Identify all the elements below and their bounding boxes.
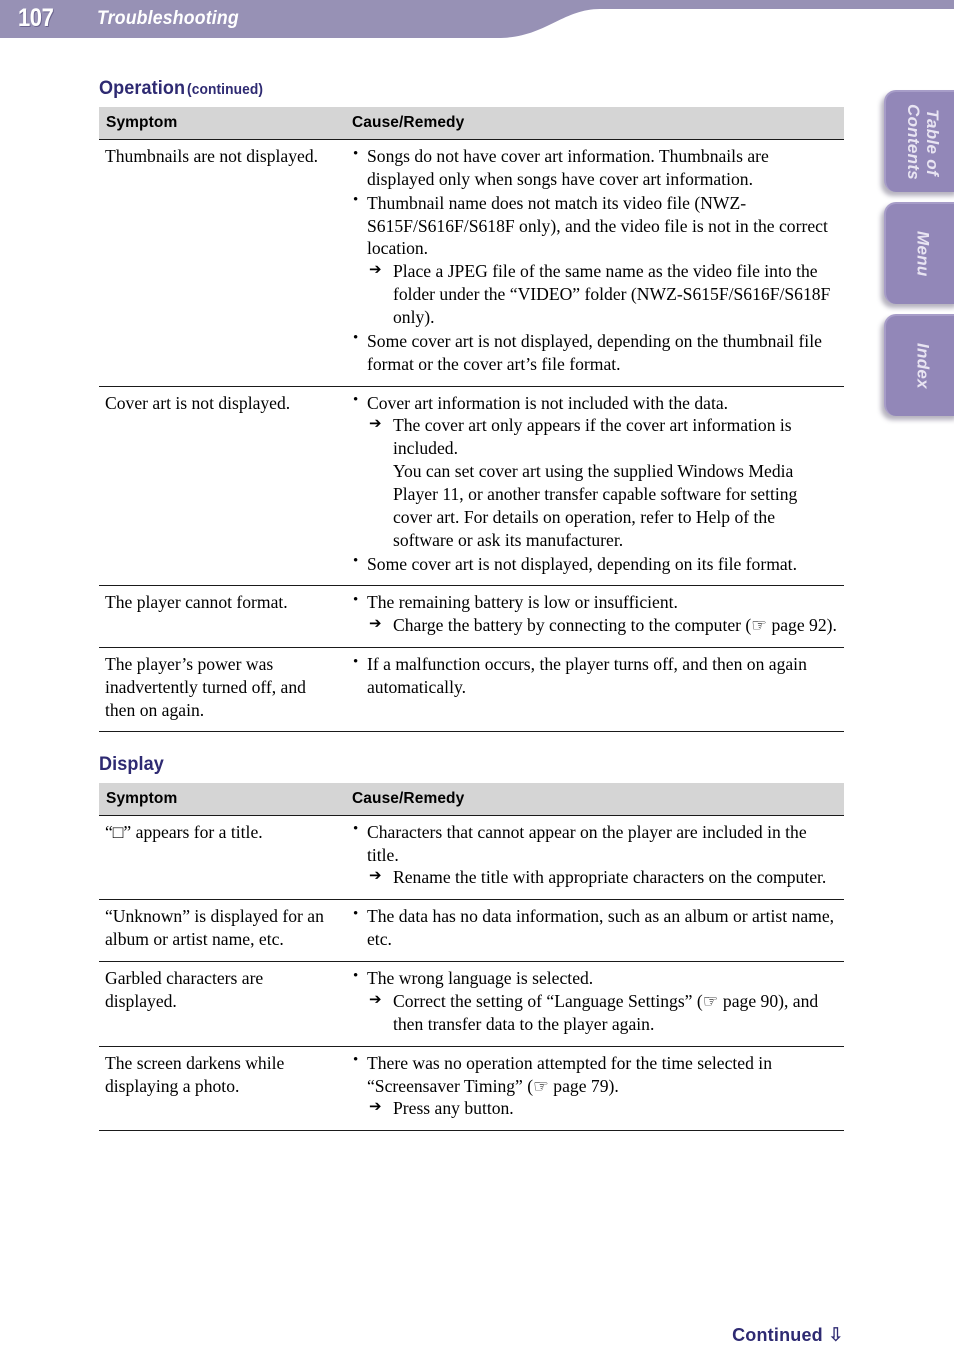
symptom-cell: Garbled characters are displayed.	[99, 961, 345, 1047]
bullet-text: Cover art information is not included wi…	[367, 392, 729, 413]
column-header-symptom: Symptom	[99, 782, 345, 816]
bullet-arrow-text: Press any button.	[367, 1097, 838, 1120]
table-row: The player’s power was inadvertently tur…	[99, 647, 844, 732]
table-row: Cover art is not displayed. Cover art in…	[99, 386, 844, 587]
symptom-cell: The player cannot format.	[99, 585, 345, 649]
sidebar-tab-label: Table of Contents	[904, 103, 943, 181]
list-item: Some cover art is not displayed, dependi…	[351, 329, 838, 376]
symptom-cell: Thumbnails are not displayed.	[99, 139, 345, 387]
symptom-cell: The player’s power was inadvertently tur…	[99, 647, 345, 732]
section-heading-text: Operation	[99, 78, 186, 99]
remedy-cell: Songs do not have cover art information.…	[345, 139, 844, 387]
column-header-remedy: Cause/Remedy	[345, 782, 844, 816]
column-header-remedy: Cause/Remedy	[345, 107, 844, 140]
remedy-bullet-list: Songs do not have cover art information.…	[351, 145, 838, 376]
symptom-cell: Cover art is not displayed.	[99, 386, 345, 587]
section-heading-text: Display	[99, 753, 164, 775]
page-header-banner: 107 Troubleshooting	[0, 0, 954, 46]
troubleshooting-table-operation: Symptom Cause/Remedy Thumbnails are not …	[99, 107, 844, 732]
remedy-cell: Cover art information is not included wi…	[345, 386, 844, 587]
sidebar-tab-index[interactable]: Index	[884, 314, 954, 416]
arrow-down-icon: ⇩	[827, 1324, 844, 1346]
section-heading-suffix: (continued)	[187, 82, 264, 98]
bullet-arrow-text: Correct the setting of “Language Setting…	[367, 990, 838, 1036]
list-item: There was no operation attempted for the…	[351, 1051, 838, 1121]
sidebar-tab-label: Menu	[913, 231, 933, 277]
sidebar-tab-table-of-contents[interactable]: Table of Contents	[884, 90, 954, 192]
list-item: Some cover art is not displayed, dependi…	[351, 552, 838, 576]
bullet-text: Songs do not have cover art information.…	[367, 146, 769, 189]
section-heading-display: Display	[99, 754, 807, 776]
list-item: If a malfunction occurs, the player turn…	[351, 653, 838, 699]
remedy-cell: There was no operation attempted for the…	[345, 1046, 844, 1132]
list-item: Thumbnail name does not match its video …	[351, 191, 838, 329]
sidebar-tab-label: Index	[913, 343, 933, 389]
table-row: The player cannot format. The remaining …	[99, 585, 844, 649]
chapter-title: Troubleshooting	[97, 8, 239, 29]
remedy-bullet-list: The remaining battery is low or insuffic…	[351, 591, 838, 637]
table-header-row: Symptom Cause/Remedy	[99, 782, 844, 816]
section-heading-operation: Operation (continued)	[99, 78, 807, 100]
remedy-bullet-list: There was no operation attempted for the…	[351, 1051, 838, 1121]
bullet-text: The wrong language is selected.	[367, 968, 594, 989]
bullet-text: Some cover art is not displayed, dependi…	[367, 330, 822, 374]
remedy-cell: The data has no data information, such a…	[345, 899, 844, 963]
page-content: Operation (continued) Symptom Cause/Remed…	[99, 78, 844, 1153]
bullet-arrow-continuation: You can set cover art using the supplied…	[393, 461, 798, 550]
bullet-text: Thumbnail name does not match its video …	[367, 192, 828, 259]
remedy-bullet-list: Characters that cannot appear on the pla…	[351, 820, 838, 890]
bullet-arrow-text: The cover art only appears if the cover …	[367, 414, 838, 460]
bullet-text: Characters that cannot appear on the pla…	[367, 821, 807, 865]
remedy-cell: If a malfunction occurs, the player turn…	[345, 647, 844, 732]
remedy-bullet-list: Cover art information is not included wi…	[351, 391, 838, 576]
list-item: The wrong language is selected. Correct …	[351, 967, 838, 1036]
column-header-symptom: Symptom	[99, 107, 345, 140]
continued-footer: Continued ⇩	[732, 1324, 844, 1346]
symptom-cell: “□” appears for a title.	[99, 815, 345, 901]
symptom-cell: The screen darkens while displaying a ph…	[99, 1046, 345, 1132]
list-item: Characters that cannot appear on the pla…	[351, 820, 838, 890]
bullet-text: There was no operation attempted for the…	[367, 1052, 772, 1096]
bullet-arrow-text: Rename the title with appropriate charac…	[367, 866, 838, 889]
table-row: “□” appears for a title. Characters that…	[99, 815, 844, 901]
bullet-arrow-text: Place a JPEG file of the same name as th…	[367, 260, 838, 329]
bullet-arrow-text: Charge the battery by connecting to the …	[367, 614, 838, 637]
table-row: “Unknown” is displayed for an album or a…	[99, 899, 844, 963]
table-header-row: Symptom Cause/Remedy	[99, 107, 844, 140]
bullet-text: If a malfunction occurs, the player turn…	[367, 654, 807, 698]
list-item: The remaining battery is low or insuffic…	[351, 591, 838, 637]
troubleshooting-table-display: Symptom Cause/Remedy “□” appears for a t…	[99, 782, 844, 1132]
remedy-bullet-list: The wrong language is selected. Correct …	[351, 967, 838, 1036]
remedy-cell: Characters that cannot appear on the pla…	[345, 815, 844, 901]
table-row: The screen darkens while displaying a ph…	[99, 1046, 844, 1132]
list-item: The data has no data information, such a…	[351, 905, 838, 951]
bullet-text: Some cover art is not displayed, dependi…	[367, 553, 797, 574]
list-item: Cover art information is not included wi…	[351, 391, 838, 552]
bullet-text: The remaining battery is low or insuffic…	[367, 592, 678, 613]
remedy-cell: The remaining battery is low or insuffic…	[345, 585, 844, 649]
continued-label: Continued	[732, 1325, 823, 1345]
symptom-cell: “Unknown” is displayed for an album or a…	[99, 899, 345, 963]
table-row: Garbled characters are displayed. The wr…	[99, 961, 844, 1047]
remedy-cell: The wrong language is selected. Correct …	[345, 961, 844, 1047]
sidebar-tab-menu[interactable]: Menu	[884, 202, 954, 304]
remedy-bullet-list: The data has no data information, such a…	[351, 905, 838, 951]
page-number: 107	[18, 4, 54, 32]
table-row: Thumbnails are not displayed. Songs do n…	[99, 139, 844, 387]
list-item: Songs do not have cover art information.…	[351, 145, 838, 191]
remedy-bullet-list: If a malfunction occurs, the player turn…	[351, 653, 838, 699]
bullet-text: The data has no data information, such a…	[367, 906, 835, 950]
